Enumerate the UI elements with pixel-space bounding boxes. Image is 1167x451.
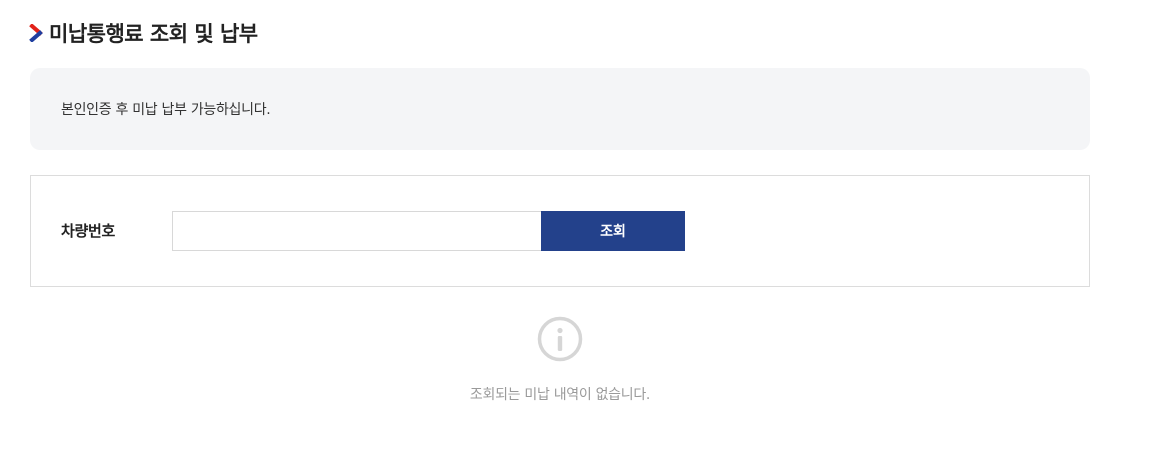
page-header: 미납통행료 조회 및 납부 (29, 18, 258, 48)
empty-result-message: 조회되는 미납 내역이 없습니다. (469, 387, 651, 403)
notice-box: 본인인증 후 미납 납부 가능하십니다. (30, 68, 1090, 150)
search-button[interactable]: 조회 (541, 211, 685, 251)
vehicle-number-input[interactable] (172, 211, 542, 251)
empty-result: 조회되는 미납 내역이 없습니다. (30, 316, 1090, 404)
page-title: 미납통행료 조회 및 납부 (49, 22, 258, 46)
unpaid-toll-page: 미납통행료 조회 및 납부 본인인증 후 미납 납부 가능하십니다. 차량번호 … (0, 0, 1167, 451)
info-circle-icon (537, 316, 583, 362)
notice-text: 본인인증 후 미납 납부 가능하십니다. (61, 102, 271, 118)
chevron-right-icon (29, 24, 43, 42)
vehicle-search-form: 차량번호 조회 (30, 175, 1090, 287)
vehicle-number-label: 차량번호 (61, 222, 116, 240)
